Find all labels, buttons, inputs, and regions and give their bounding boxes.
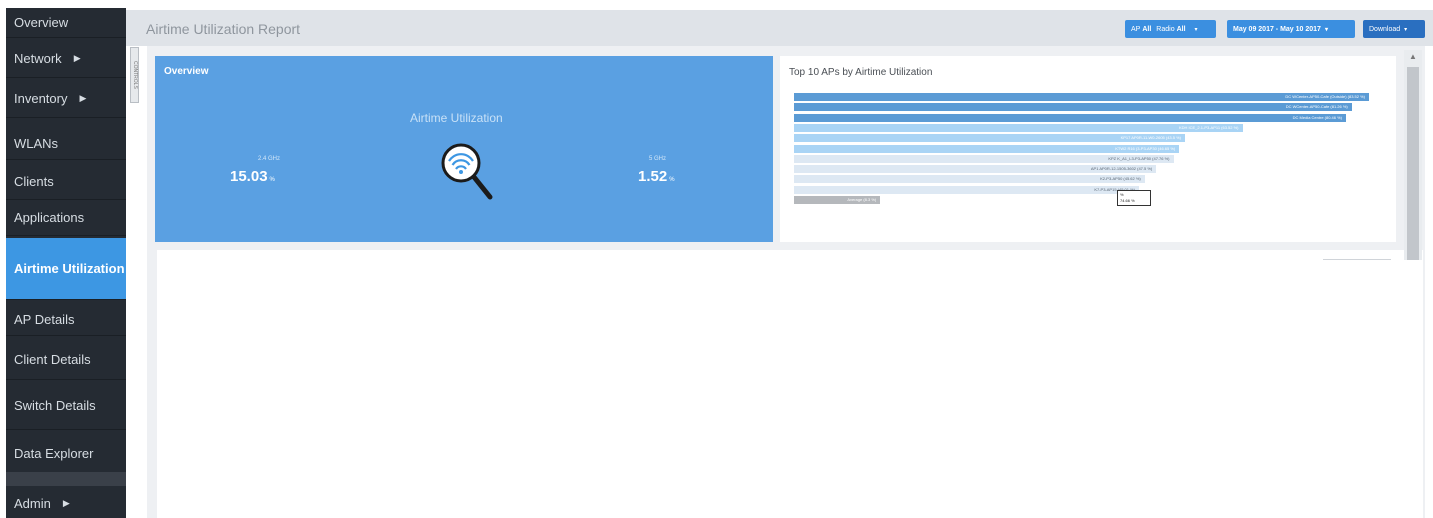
ap-filter-label: AP — [1131, 25, 1141, 33]
bar-data-label: Average (8.3 %) — [847, 197, 877, 202]
sidebar-nav: Overview Network ▶ Inventory ▶ WLANs Clients Ap… — [6, 8, 126, 518]
sidebar-item-airtime-utilization[interactable]: Airtime Utilization — [6, 238, 126, 300]
radio-filter-value: All — [1176, 25, 1186, 33]
sidebar-item-admin[interactable]: Admin ▶ — [6, 486, 126, 518]
sidebar-item-inventory[interactable]: Inventory ▶ — [6, 80, 126, 118]
chart-bar[interactable]: AP1 AP0R-12-1505-3602 (47.5 %) — [794, 165, 1157, 174]
sidebar-item-switch-details[interactable]: Switch Details — [6, 382, 126, 430]
sidebar-item-label: Admin — [14, 496, 51, 511]
sidebar-item-client-details[interactable]: Client Details — [6, 340, 126, 380]
band-5-value: 1.52% — [638, 168, 675, 185]
download-label: Download — [1369, 25, 1401, 33]
band-5-label: 5 GHz — [649, 156, 667, 162]
sidebar-item-network[interactable]: Network ▶ — [6, 40, 126, 78]
chart-bar[interactable]: DC Media Centre (80.46 %) — [794, 113, 1346, 122]
bar-data-label: AP1 AP0R-12-1505-3602 (47.5 %) — [1090, 166, 1153, 172]
sidebar-item-label: Data Explorer — [14, 446, 94, 461]
overview-title: Overview — [164, 66, 209, 77]
chart-bar[interactable]: KPZ K_A1_L3-P3-AP50 (47.76 %) — [794, 154, 1174, 163]
chevron-right-icon: ▶ — [73, 53, 81, 63]
sidebar-item-clients[interactable]: Clients — [6, 164, 126, 200]
controls-toggle-handle[interactable]: CONTROLS — [130, 47, 139, 103]
chart-bar[interactable]: DC WCenter-AP50-Cafe (Outside) (83.52 %) — [794, 93, 1369, 101]
scroll-up-icon[interactable]: ▲ — [1405, 50, 1421, 64]
bar-data-label: KP17 AP0R-11-W0-2605 (43.5 %) — [1120, 135, 1181, 141]
top-aps-chart-panel: Top 10 APs by Airtime Utilization DC WCe… — [780, 56, 1396, 242]
sidebar-divider — [6, 472, 126, 486]
scrollbar-thumb[interactable] — [1407, 67, 1419, 260]
sidebar-item-label: Client Details — [14, 352, 91, 367]
sidebar-item-applications[interactable]: Applications — [6, 200, 126, 236]
chevron-down-icon: ▾ — [1404, 26, 1408, 33]
overview-panel: Overview Airtime Utilization 2.4 GHz 15.… — [155, 56, 773, 242]
chevron-right-icon: ▶ — [79, 93, 87, 103]
sidebar-item-label: Switch Details — [14, 398, 96, 413]
chart-bar[interactable]: K7-P3-AP15 (45.01 %) — [794, 185, 1139, 194]
chevron-down-icon: ▾ — [1324, 26, 1328, 33]
chart-bar[interactable]: KTW2 R16 (3-P3-AP30 (46.65 %) — [794, 144, 1180, 153]
sidebar-item-label: Applications — [14, 210, 85, 225]
bar-data-label: DC Media Centre (80.46 %) — [1292, 114, 1342, 120]
chart-bar[interactable]: K2-P3-AP50 (45.62 %) — [794, 175, 1145, 184]
chart-bar[interactable]: KP17 AP0R-11-W0-2605 (43.5 %) — [794, 134, 1185, 143]
bar-data-label: KPZ K_A1_L3-P3-AP50 (47.76 %) — [1108, 155, 1170, 161]
chevron-down-icon: ▾ — [1194, 26, 1198, 33]
details-panel — [157, 250, 1423, 518]
bar-data-label: DC WCenter-AP50-Cafe (Outside) (83.52 %) — [1285, 94, 1365, 99]
page-title: Airtime Utilization Report — [146, 21, 301, 37]
sidebar-item-ap-details[interactable]: AP Details — [6, 304, 126, 336]
sidebar-item-label: Overview — [14, 15, 69, 30]
ap-filter-value: All — [1142, 25, 1152, 33]
chart-bar[interactable]: DC WCenter-AP50-Cafe (81.26 %) — [794, 103, 1352, 112]
chart-bar[interactable]: KDH ICE_2.1-P3-AP11 (63.52 %) — [794, 123, 1243, 132]
sidebar-item-label: Clients — [14, 174, 54, 189]
radio-filter-label: Radio — [1156, 25, 1175, 33]
chart-title: Top 10 APs by Airtime Utilization — [789, 67, 933, 78]
overview-subtitle: Airtime Utilization — [410, 111, 503, 125]
wifi-search-icon — [441, 143, 493, 200]
sidebar-item-label: WLANs — [14, 136, 59, 151]
sidebar-item-label: Network — [14, 51, 62, 66]
app-window: Overview Network ▶ Inventory ▶ WLANs Clients Ap… — [0, 0, 1433, 518]
bar-data-label: DC WCenter-AP50-Cafe (81.26 %) — [1285, 104, 1348, 110]
bar-data-label: K2-P3-AP50 (45.62 %) — [1100, 176, 1141, 182]
sidebar-item-data-explorer[interactable]: Data Explorer — [6, 432, 126, 476]
sidebar-item-label: Airtime Utilization — [14, 260, 125, 276]
bar-data-label: KDH ICE_2.1-P3-AP11 (63.52 %) — [1178, 124, 1239, 130]
panel-divider — [1323, 259, 1391, 260]
date-range-label: May 09 2017 - May 10 2017 — [1233, 25, 1321, 33]
sidebar-item-label: AP Details — [14, 312, 75, 327]
sidebar-item-wlans[interactable]: WLANs — [6, 128, 126, 160]
download-button[interactable]: Download ▾ — [1363, 20, 1425, 38]
bar-data-label: KTW2 R16 (3-P3-AP30 (46.65 %) — [1115, 145, 1176, 151]
sidebar-item-overview[interactable]: Overview — [6, 8, 126, 38]
chart-bar[interactable]: Average (8.3 %) — [794, 196, 881, 204]
date-range-button[interactable]: May 09 2017 - May 10 2017 ▾ — [1227, 20, 1355, 38]
report-header: Airtime Utilization Report AP All Radio … — [126, 10, 1433, 46]
sidebar-item-label: Inventory — [14, 91, 68, 106]
band-24-value: 15.03% — [230, 168, 275, 185]
band-24-label: 2.4 GHz — [258, 156, 281, 162]
ap-radio-filter-button[interactable]: AP All Radio All ▾ — [1125, 20, 1216, 38]
chart-tooltip: % 74.66 % — [1117, 190, 1151, 206]
chevron-right-icon: ▶ — [62, 498, 70, 508]
